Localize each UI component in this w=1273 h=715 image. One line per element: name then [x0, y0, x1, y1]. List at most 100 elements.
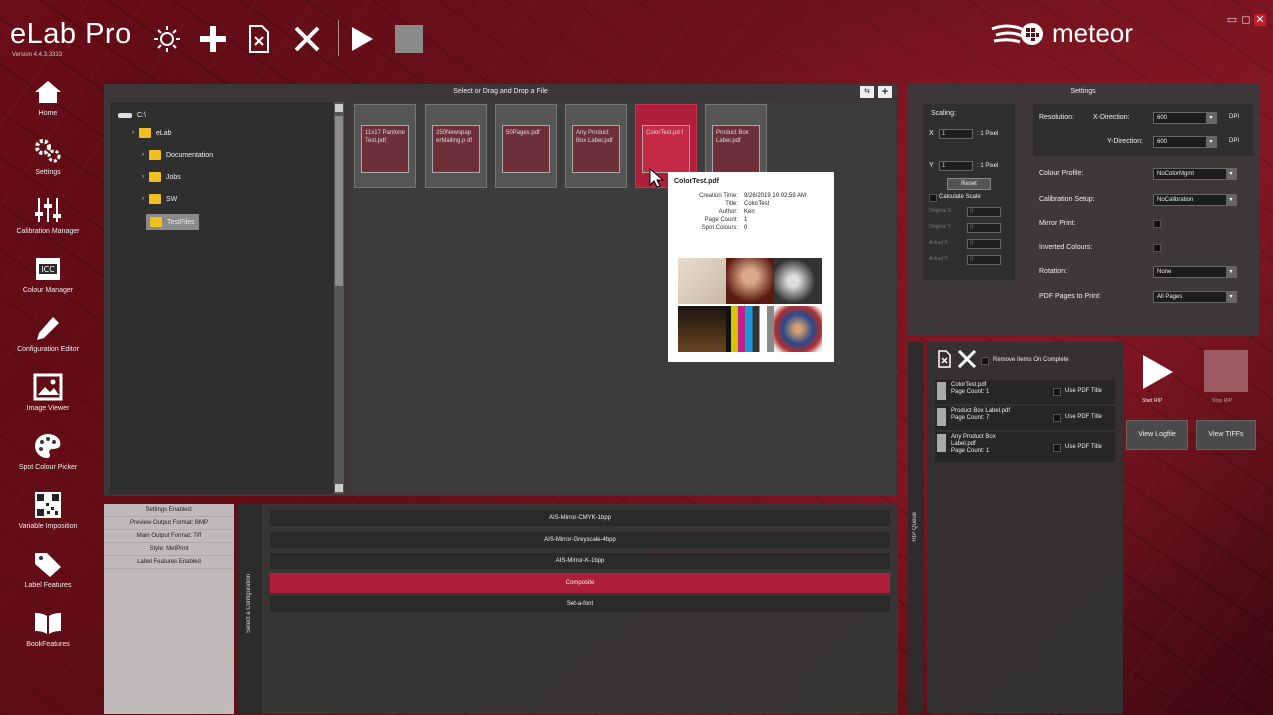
nav-label: BookFeatures	[26, 641, 70, 648]
image-icon	[31, 372, 65, 402]
tree-item[interactable]: › Documentation	[142, 148, 213, 162]
use-pdf-title-checkbox[interactable]	[1053, 414, 1061, 422]
select-configuration-label: Select a Configuration	[246, 574, 252, 634]
actual-x-input[interactable]: 0	[967, 239, 1001, 249]
rotation-select[interactable]: None ▾	[1153, 266, 1237, 278]
tree-item[interactable]: › SW	[142, 192, 177, 206]
settings-sun-icon[interactable]	[148, 20, 186, 58]
nav-colour-manager[interactable]: ICC Colour Manager	[0, 245, 96, 303]
queue-item[interactable]: Product Box Label.pdf Page Count: 7 Use P…	[935, 406, 1115, 430]
stop-icon[interactable]	[390, 20, 428, 58]
delete-file-icon[interactable]	[240, 20, 278, 58]
nav-book-features[interactable]: BookFeatures	[0, 599, 96, 657]
nav-variable-imposition[interactable]: Variable Imposition	[0, 481, 96, 539]
tree-item[interactable]: › eLab	[132, 126, 172, 140]
palette-icon	[31, 431, 65, 461]
inverted-colours-label: Inverted Colours:	[1039, 244, 1093, 251]
reorder-arrows-icon[interactable]	[937, 408, 946, 426]
add-icon[interactable]	[194, 20, 232, 58]
tree-item[interactable]: › Jobs	[142, 170, 181, 184]
mirror-print-label: Mirror Print:	[1039, 220, 1076, 227]
reorder-arrows-icon[interactable]	[937, 382, 946, 400]
pdf-thumbnail: ColorTest.pd f	[642, 125, 690, 173]
actual-y-input[interactable]: 0	[967, 255, 1001, 265]
meteor-logo-icon	[991, 22, 1043, 45]
calibration-select[interactable]: NoCalibration ▾	[1153, 194, 1237, 206]
original-y-input[interactable]: 0	[967, 223, 1001, 233]
tree-scrollbar[interactable]	[334, 102, 344, 494]
tree-item[interactable]: C:\	[118, 108, 146, 122]
use-pdf-title-checkbox[interactable]	[1053, 444, 1061, 452]
nav-configuration-editor[interactable]: Configuration Editor	[0, 304, 96, 362]
pencil-icon	[31, 313, 65, 343]
file-tile[interactable]: 50Pages.pdf	[495, 104, 557, 188]
nav-settings[interactable]: Settings	[0, 127, 96, 185]
tree-item-selected[interactable]: TestFiles	[146, 214, 199, 230]
queue-item[interactable]: ColorTest.pdf Page Count: 1 Use PDF Title	[935, 380, 1115, 404]
add-file-icon[interactable]: +	[878, 86, 892, 98]
mouse-cursor-icon	[649, 167, 665, 193]
configuration-item[interactable]: AIS-Mirror-CMYK-1bpp	[270, 510, 890, 526]
configuration-item[interactable]: Set-a-font	[270, 596, 890, 612]
scale-x-input[interactable]: 1	[939, 129, 973, 139]
rip-queue-panel: Remove Items On Complete ColorTest.pdf Pa…	[927, 342, 1123, 714]
app-title: eLab Pro	[10, 18, 132, 50]
reorder-arrows-icon[interactable]	[937, 434, 946, 452]
close-icon[interactable]	[288, 20, 326, 58]
close-icon[interactable]	[957, 349, 977, 373]
view-tiffs-button[interactable]: View TIFFs	[1196, 420, 1256, 450]
enabled-row: Settings Enabled:	[104, 504, 234, 517]
folder-icon	[149, 172, 161, 182]
tree-item-label: TestFiles	[167, 218, 195, 226]
nav-calibration-manager[interactable]: Calibration Manager	[0, 186, 96, 244]
meta-row: Title: ColorTest	[725, 201, 770, 207]
window-close-icon[interactable]: ✕	[1254, 14, 1266, 26]
nav-label: Home	[38, 110, 58, 117]
nav-label: Configuration Editor	[17, 346, 79, 353]
file-tile[interactable]: 11x17 Pantone Test.pdf	[354, 104, 416, 188]
tree-item-label: SW	[166, 195, 178, 203]
mirror-print-checkbox[interactable]	[1153, 220, 1161, 228]
delete-file-icon[interactable]	[937, 350, 951, 373]
maximize-icon[interactable]: ◻	[1240, 14, 1252, 26]
nav-home[interactable]: Home	[0, 68, 96, 126]
play-icon[interactable]	[343, 20, 381, 58]
colour-profile-label: Colour Profile:	[1039, 170, 1084, 177]
file-tile[interactable]: Any Product Box Label.pdf	[565, 104, 627, 188]
colour-profile-select[interactable]: NoColorMgmt ▾	[1153, 168, 1237, 180]
use-pdf-title-checkbox[interactable]	[1053, 388, 1061, 396]
reset-button[interactable]: Reset	[947, 178, 991, 190]
folder-tree: C:\ › eLab › Documentation › Jobs › SW T…	[110, 102, 338, 494]
minimize-icon[interactable]: ▭	[1226, 14, 1238, 26]
configuration-item[interactable]: AIS-Mirror-Greyscale-4bpp	[270, 532, 890, 548]
configuration-item[interactable]: AIS-Mirror-K-1bpp	[270, 553, 890, 569]
stop-rip-button[interactable]	[1204, 350, 1248, 392]
view-logfile-button[interactable]: View Logfile	[1126, 420, 1188, 450]
svg-text:ICC: ICC	[41, 265, 55, 274]
start-rip-button[interactable]	[1136, 350, 1180, 394]
original-x-input[interactable]: 0	[967, 207, 1001, 217]
queue-item[interactable]: Any Product Box Label.pdf Page Count: 1 U…	[935, 432, 1115, 462]
nav-spot-colour-picker[interactable]: Spot Colour Picker	[0, 422, 96, 480]
inverted-colours-checkbox[interactable]	[1153, 244, 1161, 252]
icc-icon: ICC	[31, 254, 65, 284]
configuration-strip: Select a Configuration	[238, 504, 262, 714]
nav-label-features[interactable]: Label Features	[0, 540, 96, 598]
scaling-group: Scaling: X 1 : 1 Pixel Y 1 : 1 Pixel Res…	[923, 104, 1015, 280]
file-tile[interactable]: 250Newspap erMailing.p df	[425, 104, 487, 188]
calculate-scale-checkbox[interactable]	[929, 194, 937, 202]
nav-label: Spot Colour Picker	[18, 464, 78, 471]
meta-row: Author: Ken	[718, 209, 755, 215]
remove-on-complete-checkbox[interactable]	[981, 357, 989, 365]
scale-y-input[interactable]: 1	[939, 161, 973, 171]
x-dpi-select[interactable]: 600 ▾	[1153, 112, 1217, 124]
nav-label: Settings	[35, 169, 61, 176]
nav-label: Image Viewer	[26, 405, 70, 412]
qr-icon	[31, 490, 65, 520]
pdf-pages-select[interactable]: All Pages ▾	[1153, 291, 1237, 303]
path-icon[interactable]: ⇆	[860, 86, 874, 98]
nav-image-viewer[interactable]: Image Viewer	[0, 363, 96, 421]
configuration-item-selected[interactable]: Composite	[270, 573, 890, 593]
nav-label: Variable Imposition	[18, 523, 78, 530]
y-dpi-select[interactable]: 600 ▾	[1153, 136, 1217, 148]
